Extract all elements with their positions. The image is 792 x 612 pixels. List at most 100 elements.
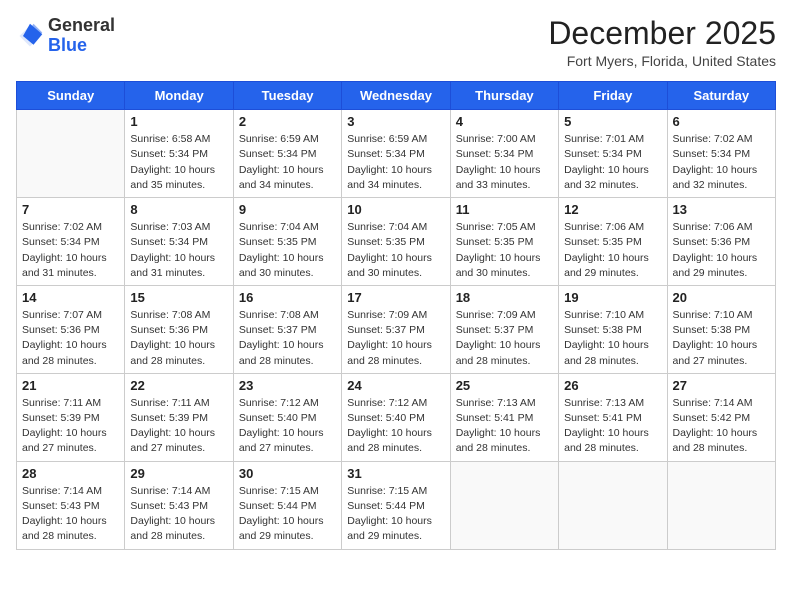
calendar-cell [559, 461, 667, 549]
day-number: 12 [564, 202, 661, 217]
calendar-cell [667, 461, 775, 549]
calendar-cell: 30Sunrise: 7:15 AM Sunset: 5:44 PM Dayli… [233, 461, 341, 549]
calendar-day-header: Friday [559, 82, 667, 110]
day-number: 3 [347, 114, 444, 129]
month-year-title: December 2025 [548, 16, 776, 51]
calendar-cell: 21 Sunrise: 7:11 AM Sunset: 5:39 PM Dayli… [17, 373, 125, 461]
day-info: Sunrise: 7:11 AM Sunset: 5:39 PM Dayligh… [22, 396, 119, 457]
day-number: 16 [239, 290, 336, 305]
day-info: Sunrise: 7:08 AM Sunset: 5:36 PM Dayligh… [130, 308, 227, 369]
calendar-cell: 3 Sunrise: 6:59 AM Sunset: 5:34 PM Daylig… [342, 110, 450, 198]
day-info: Sunrise: 7:04 AM Sunset: 5:35 PM Dayligh… [239, 220, 336, 281]
day-info: Sunrise: 7:00 AM Sunset: 5:34 PM Dayligh… [456, 132, 553, 193]
calendar-cell: 15 Sunrise: 7:08 AM Sunset: 5:36 PM Dayli… [125, 285, 233, 373]
calendar-week-row: 28 Sunrise: 7:14 AM Sunset: 5:43 PM Dayli… [17, 461, 776, 549]
calendar-header-row: SundayMondayTuesdayWednesdayThursdayFrid… [17, 82, 776, 110]
day-info: Sunrise: 7:09 AM Sunset: 5:37 PM Dayligh… [456, 308, 553, 369]
day-number: 15 [130, 290, 227, 305]
day-info: Sunrise: 7:15 AM Sunset: 5:44 PM Dayligh… [239, 484, 336, 545]
day-number: 8 [130, 202, 227, 217]
calendar-cell [450, 461, 558, 549]
day-number: 20 [673, 290, 770, 305]
calendar-cell: 5 Sunrise: 7:01 AM Sunset: 5:34 PM Daylig… [559, 110, 667, 198]
calendar-cell: 6 Sunrise: 7:02 AM Sunset: 5:34 PM Daylig… [667, 110, 775, 198]
calendar-cell: 10Sunrise: 7:04 AM Sunset: 5:35 PM Dayli… [342, 198, 450, 286]
day-info: Sunrise: 7:12 AM Sunset: 5:40 PM Dayligh… [347, 396, 444, 457]
day-number: 28 [22, 466, 119, 481]
day-number: 13 [673, 202, 770, 217]
day-number: 6 [673, 114, 770, 129]
calendar-cell: 18 Sunrise: 7:09 AM Sunset: 5:37 PM Dayli… [450, 285, 558, 373]
calendar-cell: 26 Sunrise: 7:13 AM Sunset: 5:41 PM Dayli… [559, 373, 667, 461]
calendar-cell: 17 Sunrise: 7:09 AM Sunset: 5:37 PM Dayli… [342, 285, 450, 373]
calendar-cell: 24Sunrise: 7:12 AM Sunset: 5:40 PM Dayli… [342, 373, 450, 461]
day-number: 7 [22, 202, 119, 217]
calendar-cell: 25 Sunrise: 7:13 AM Sunset: 5:41 PM Dayli… [450, 373, 558, 461]
calendar-cell: 29 Sunrise: 7:14 AM Sunset: 5:43 PM Dayli… [125, 461, 233, 549]
calendar-day-header: Monday [125, 82, 233, 110]
day-info: Sunrise: 7:02 AM Sunset: 5:34 PM Dayligh… [673, 132, 770, 193]
calendar-week-row: 1Sunrise: 6:58 AM Sunset: 5:34 PM Daylig… [17, 110, 776, 198]
calendar-cell: 1Sunrise: 6:58 AM Sunset: 5:34 PM Daylig… [125, 110, 233, 198]
day-number: 18 [456, 290, 553, 305]
day-info: Sunrise: 7:01 AM Sunset: 5:34 PM Dayligh… [564, 132, 661, 193]
day-number: 23 [239, 378, 336, 393]
day-info: Sunrise: 7:06 AM Sunset: 5:36 PM Dayligh… [673, 220, 770, 281]
day-info: Sunrise: 7:14 AM Sunset: 5:43 PM Dayligh… [130, 484, 227, 545]
calendar-cell: 12 Sunrise: 7:06 AM Sunset: 5:35 PM Dayli… [559, 198, 667, 286]
page-header: General Blue December 2025 Fort Myers, F… [16, 16, 776, 69]
day-info: Sunrise: 7:09 AM Sunset: 5:37 PM Dayligh… [347, 308, 444, 369]
day-info: Sunrise: 6:59 AM Sunset: 5:34 PM Dayligh… [239, 132, 336, 193]
day-number: 10 [347, 202, 444, 217]
calendar-day-header: Tuesday [233, 82, 341, 110]
day-number: 22 [130, 378, 227, 393]
day-number: 27 [673, 378, 770, 393]
calendar-cell: 19Sunrise: 7:10 AM Sunset: 5:38 PM Dayli… [559, 285, 667, 373]
calendar-week-row: 21 Sunrise: 7:11 AM Sunset: 5:39 PM Dayli… [17, 373, 776, 461]
logo-general: General [48, 15, 115, 35]
day-number: 21 [22, 378, 119, 393]
day-number: 11 [456, 202, 553, 217]
day-info: Sunrise: 7:03 AM Sunset: 5:34 PM Dayligh… [130, 220, 227, 281]
day-number: 31 [347, 466, 444, 481]
calendar-cell: 4Sunrise: 7:00 AM Sunset: 5:34 PM Daylig… [450, 110, 558, 198]
calendar-cell: 27 Sunrise: 7:14 AM Sunset: 5:42 PM Dayli… [667, 373, 775, 461]
day-number: 2 [239, 114, 336, 129]
calendar-cell: 9 Sunrise: 7:04 AM Sunset: 5:35 PM Daylig… [233, 198, 341, 286]
calendar-cell: 2 Sunrise: 6:59 AM Sunset: 5:34 PM Daylig… [233, 110, 341, 198]
title-block: December 2025 Fort Myers, Florida, Unite… [548, 16, 776, 69]
day-number: 14 [22, 290, 119, 305]
day-number: 1 [130, 114, 227, 129]
day-info: Sunrise: 7:02 AM Sunset: 5:34 PM Dayligh… [22, 220, 119, 281]
logo-blue: Blue [48, 35, 87, 55]
calendar-cell: 22 Sunrise: 7:11 AM Sunset: 5:39 PM Dayli… [125, 373, 233, 461]
day-number: 17 [347, 290, 444, 305]
logo: General Blue [16, 16, 115, 56]
calendar-cell: 16Sunrise: 7:08 AM Sunset: 5:37 PM Dayli… [233, 285, 341, 373]
day-info: Sunrise: 7:10 AM Sunset: 5:38 PM Dayligh… [673, 308, 770, 369]
day-info: Sunrise: 7:14 AM Sunset: 5:43 PM Dayligh… [22, 484, 119, 545]
calendar-cell: 23Sunrise: 7:12 AM Sunset: 5:40 PM Dayli… [233, 373, 341, 461]
calendar-cell: 11 Sunrise: 7:05 AM Sunset: 5:35 PM Dayli… [450, 198, 558, 286]
day-info: Sunrise: 7:05 AM Sunset: 5:35 PM Dayligh… [456, 220, 553, 281]
day-info: Sunrise: 7:06 AM Sunset: 5:35 PM Dayligh… [564, 220, 661, 281]
location-subtitle: Fort Myers, Florida, United States [548, 53, 776, 69]
calendar-cell: 31Sunrise: 7:15 AM Sunset: 5:44 PM Dayli… [342, 461, 450, 549]
day-number: 25 [456, 378, 553, 393]
day-number: 26 [564, 378, 661, 393]
day-info: Sunrise: 7:07 AM Sunset: 5:36 PM Dayligh… [22, 308, 119, 369]
day-number: 5 [564, 114, 661, 129]
calendar-day-header: Wednesday [342, 82, 450, 110]
calendar-week-row: 7 Sunrise: 7:02 AM Sunset: 5:34 PM Daylig… [17, 198, 776, 286]
day-number: 29 [130, 466, 227, 481]
day-info: Sunrise: 7:11 AM Sunset: 5:39 PM Dayligh… [130, 396, 227, 457]
calendar-cell: 14 Sunrise: 7:07 AM Sunset: 5:36 PM Dayli… [17, 285, 125, 373]
calendar-cell: 13 Sunrise: 7:06 AM Sunset: 5:36 PM Dayli… [667, 198, 775, 286]
day-info: Sunrise: 6:59 AM Sunset: 5:34 PM Dayligh… [347, 132, 444, 193]
day-info: Sunrise: 7:13 AM Sunset: 5:41 PM Dayligh… [564, 396, 661, 457]
calendar-day-header: Saturday [667, 82, 775, 110]
day-number: 9 [239, 202, 336, 217]
day-info: Sunrise: 7:14 AM Sunset: 5:42 PM Dayligh… [673, 396, 770, 457]
day-info: Sunrise: 7:13 AM Sunset: 5:41 PM Dayligh… [456, 396, 553, 457]
calendar-table: SundayMondayTuesdayWednesdayThursdayFrid… [16, 81, 776, 549]
